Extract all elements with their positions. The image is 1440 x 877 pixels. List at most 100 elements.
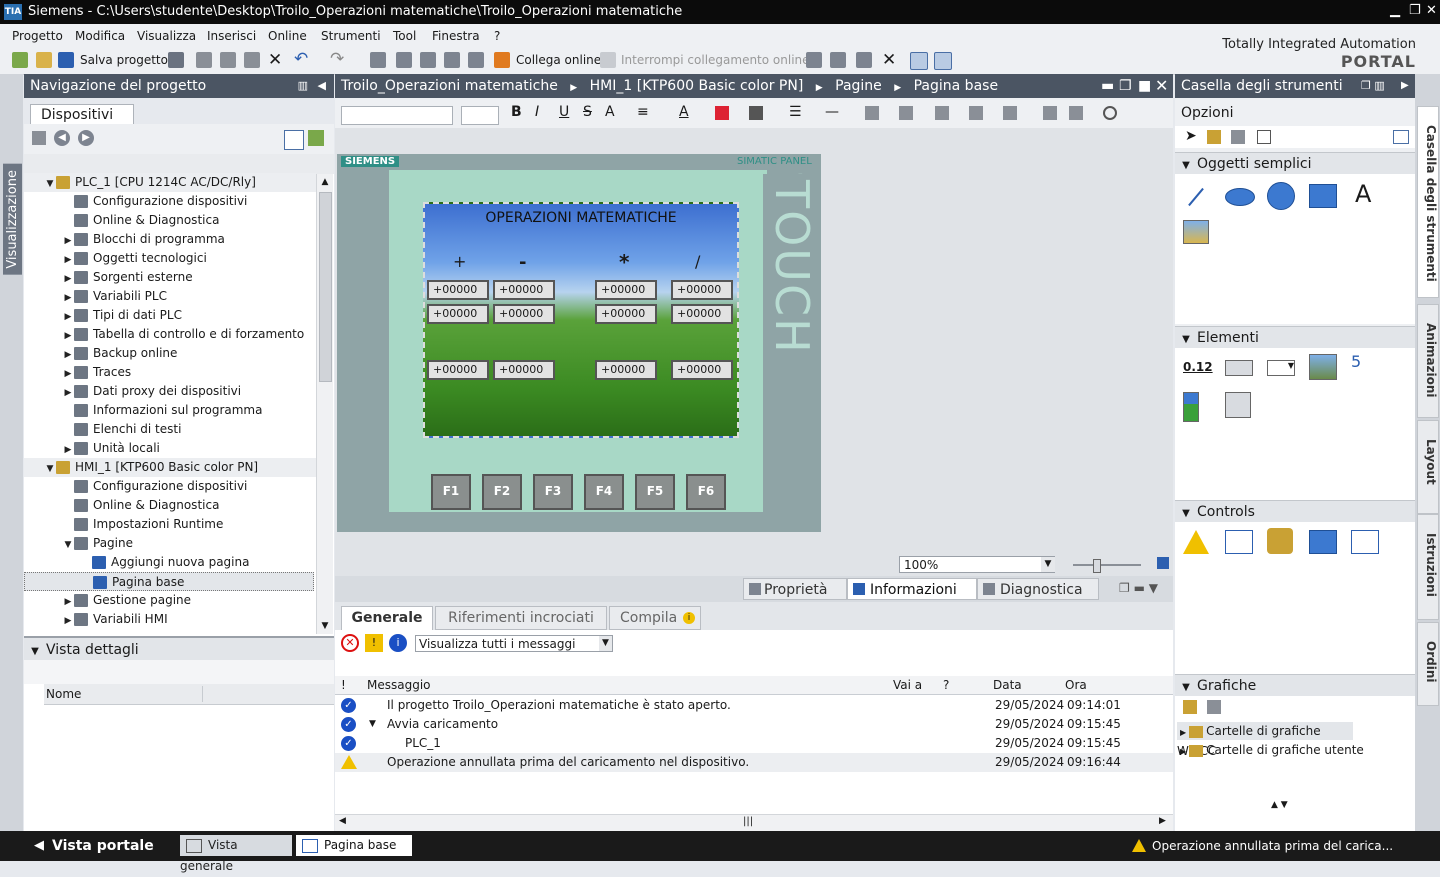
font-color-icon[interactable]: A bbox=[679, 104, 689, 120]
strip-tab-layout[interactable]: Layout bbox=[1417, 420, 1439, 514]
monitor-icon[interactable] bbox=[856, 52, 872, 68]
tree-item[interactable]: ▶ Gestione pagine bbox=[24, 591, 316, 610]
message-filter-select[interactable]: Visualizza tutti i messaggi bbox=[415, 635, 613, 652]
io-field[interactable]: +00000 bbox=[427, 304, 489, 324]
minimize-icon[interactable]: ▁ bbox=[1390, 3, 1400, 18]
message-row[interactable]: Operazione annullata prima del caricamen… bbox=[335, 753, 1173, 772]
layer-icon[interactable] bbox=[1043, 106, 1057, 120]
symbolic-io-icon[interactable]: ▼ bbox=[1267, 360, 1295, 376]
io-field-icon[interactable]: 0.12 bbox=[1183, 360, 1213, 374]
tree-item[interactable]: Online & Diagnostica bbox=[24, 496, 316, 515]
io-field[interactable]: +00000 bbox=[595, 304, 657, 324]
font-family-select[interactable] bbox=[341, 106, 453, 125]
op-plus[interactable]: + bbox=[453, 252, 466, 271]
col-message[interactable]: Messaggio bbox=[367, 676, 431, 694]
date-time-icon[interactable]: 5 bbox=[1351, 352, 1377, 378]
cross-reference-icon[interactable] bbox=[830, 52, 846, 68]
cut-icon[interactable] bbox=[196, 52, 212, 68]
system-diagnostics-icon[interactable] bbox=[1351, 530, 1379, 554]
italic-icon[interactable]: I bbox=[535, 104, 539, 120]
col-goto[interactable]: Vai a bbox=[893, 676, 922, 694]
filter-dropdown-icon[interactable]: ▼ bbox=[599, 636, 612, 651]
filter-info-icon[interactable]: i bbox=[389, 634, 407, 652]
upload-icon[interactable] bbox=[420, 52, 436, 68]
message-row[interactable]: ✓ ▼ Avvia caricamento 29/05/2024 09:15:45 bbox=[335, 715, 1173, 734]
line-width-icon[interactable]: ☰ bbox=[789, 104, 802, 120]
overview-icon[interactable] bbox=[284, 130, 304, 150]
op-multiply[interactable]: * bbox=[619, 250, 629, 274]
forward-icon[interactable]: ▶ bbox=[78, 130, 94, 146]
strip-tab-animations[interactable]: Animazioni bbox=[1417, 304, 1439, 418]
tree-item[interactable]: Informazioni sul programma bbox=[24, 401, 316, 420]
graphics-scroll-icon[interactable]: ▲ ▼ bbox=[1271, 800, 1288, 810]
taskbar-overview[interactable]: Vista generale bbox=[180, 835, 292, 873]
remove-folder-icon[interactable] bbox=[1207, 700, 1221, 714]
paste-icon[interactable] bbox=[244, 52, 260, 68]
tree-item[interactable]: Impostazioni Runtime bbox=[24, 515, 316, 534]
message-row[interactable]: ✓ Il progetto Troilo_Operazioni matematic… bbox=[335, 696, 1173, 715]
graphics-folder-user[interactable]: ▶ Cartelle di grafiche utente bbox=[1177, 741, 1407, 759]
details-col-name[interactable]: Nome bbox=[44, 687, 81, 701]
tree-item[interactable]: ▶ Oggetti tecnologici bbox=[24, 249, 316, 268]
download-icon[interactable] bbox=[396, 52, 412, 68]
visualization-tab[interactable]: Visualizzazione bbox=[3, 164, 22, 275]
line-style-icon[interactable]: — bbox=[825, 104, 839, 120]
scroll-up-icon[interactable]: ▲ bbox=[317, 174, 333, 190]
hmi-screen[interactable]: OPERAZIONI MATEMATICHE + - * / +00000 +00… bbox=[423, 202, 739, 438]
go-offline-icon[interactable] bbox=[600, 52, 616, 68]
tree-item[interactable]: ▶ Tabella di controllo e di forzamento bbox=[24, 325, 316, 344]
menu-visualizza[interactable]: Visualizza bbox=[137, 29, 196, 43]
distribute-icon[interactable] bbox=[969, 106, 983, 120]
collapse-icon[interactable]: ▼ bbox=[369, 715, 376, 734]
save-project-button[interactable]: Salva progetto bbox=[80, 53, 168, 67]
tree-item[interactable]: Aggiungi nuova pagina bbox=[24, 553, 316, 572]
close-window-icon[interactable]: ✕ bbox=[882, 50, 896, 70]
menu-modifica[interactable]: Modifica bbox=[75, 29, 125, 43]
compile-icon[interactable] bbox=[370, 52, 386, 68]
tree-item[interactable]: ▼ HMI_1 [KTP600 Basic color PN] bbox=[24, 458, 316, 477]
ellipse-tool-icon[interactable] bbox=[1225, 188, 1255, 206]
go-offline-button[interactable]: Interrompi collegamento online bbox=[621, 53, 810, 67]
tree-item[interactable]: Elenchi di testi bbox=[24, 420, 316, 439]
strip-tab-instructions[interactable]: Istruzioni bbox=[1417, 514, 1439, 620]
col-date[interactable]: Data bbox=[993, 676, 1022, 694]
underline-icon[interactable]: U bbox=[559, 104, 569, 120]
section-graphics[interactable]: ▼ Grafiche bbox=[1175, 674, 1415, 697]
panel-layout-icon[interactable] bbox=[1393, 130, 1409, 144]
strip-tab-orders[interactable]: Ordini bbox=[1417, 622, 1439, 706]
menu-finestra[interactable]: Finestra bbox=[432, 29, 480, 43]
back-icon[interactable]: ◀ bbox=[54, 130, 70, 146]
line-color-icon[interactable] bbox=[749, 106, 763, 120]
tree-item[interactable]: ▶ Variabili PLC bbox=[24, 287, 316, 306]
go-online-icon[interactable] bbox=[494, 52, 510, 68]
editor-minimize-icon[interactable]: ▬ bbox=[1101, 74, 1114, 98]
rectangle-tool-icon[interactable] bbox=[1309, 184, 1337, 208]
tree-item[interactable]: ▶ Variabili HMI bbox=[24, 610, 316, 629]
zoom-select[interactable]: 100% bbox=[899, 556, 1055, 573]
recipe-view-icon[interactable] bbox=[1309, 530, 1337, 554]
tab-diagnostics[interactable]: Diagnostica bbox=[977, 578, 1099, 600]
tree-item[interactable]: ▼ PLC_1 [CPU 1214C AC/DC/Rly] bbox=[24, 173, 316, 192]
tree-item[interactable]: Configurazione dispositivi bbox=[24, 192, 316, 211]
scroll-down-icon[interactable]: ▼ bbox=[317, 618, 333, 634]
taskbar-pagina-base[interactable]: Pagina base bbox=[296, 835, 412, 856]
zoom-slider-thumb[interactable] bbox=[1093, 559, 1101, 573]
scroll-right-icon[interactable]: ▶ bbox=[1159, 816, 1166, 826]
start-cpu-icon[interactable] bbox=[468, 52, 484, 68]
graphic-io-icon[interactable] bbox=[1309, 354, 1337, 380]
menu-online[interactable]: Online bbox=[268, 29, 307, 43]
breadcrumb-current[interactable]: Pagina base bbox=[914, 78, 998, 94]
group-icon[interactable] bbox=[865, 106, 879, 120]
trend-view-icon[interactable] bbox=[1225, 530, 1253, 554]
io-field[interactable]: +00000 bbox=[427, 280, 489, 300]
tree-item[interactable]: ▶ Backup online bbox=[24, 344, 316, 363]
io-field[interactable]: +00000 bbox=[671, 280, 733, 300]
circle-tool-icon[interactable] bbox=[1267, 182, 1295, 210]
strikethrough-icon[interactable]: S bbox=[583, 104, 592, 120]
switch-icon[interactable] bbox=[1225, 392, 1251, 418]
io-field[interactable]: +00000 bbox=[671, 360, 733, 380]
subtab-general[interactable]: Generale bbox=[341, 606, 433, 630]
col-severity[interactable]: ! bbox=[341, 676, 346, 694]
open-project-icon[interactable] bbox=[36, 52, 52, 68]
close-icon[interactable]: ✕ bbox=[1426, 3, 1437, 18]
